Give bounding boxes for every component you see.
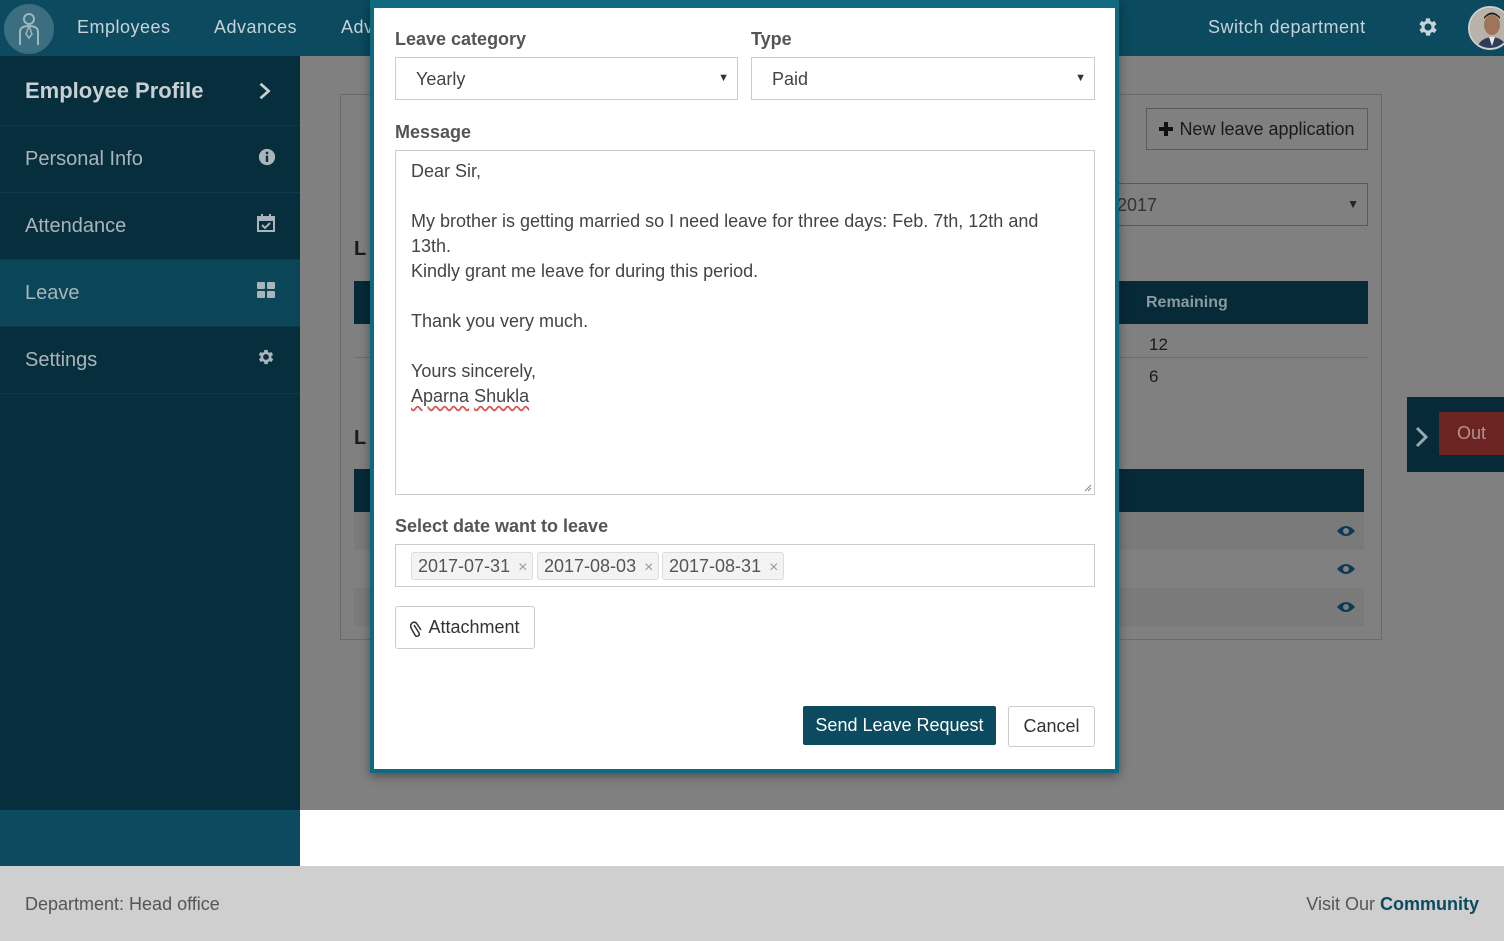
nav-advances[interactable]: Advances xyxy=(214,17,297,38)
new-leave-label: New leave application xyxy=(1179,118,1355,139)
signature-first-name: Aparna xyxy=(411,386,470,406)
message-line: Kindly grant me leave for during this pe… xyxy=(411,261,759,281)
type-select[interactable]: Paid ▼ xyxy=(751,57,1095,100)
signature-last-name: Shukla xyxy=(474,386,530,406)
caret-down-icon: ▼ xyxy=(1347,197,1359,211)
user-avatar[interactable] xyxy=(1468,6,1504,50)
sidebar-item-attendance[interactable]: Attendance xyxy=(0,193,300,260)
footer: Department: Head office Visit Our Commun… xyxy=(0,866,1504,941)
sidebar-item-label: Settings xyxy=(25,348,98,371)
message-line: Yours sincerely, xyxy=(411,361,537,381)
date-tag-label: 2017-08-31 xyxy=(669,556,762,576)
leave-category-select[interactable]: Yearly ▼ xyxy=(395,57,738,100)
switch-department-link[interactable]: Switch department xyxy=(1208,17,1366,38)
sidebar-item-settings[interactable]: Settings xyxy=(0,327,300,394)
sidebar-item-label: Attendance xyxy=(25,214,127,237)
info-icon xyxy=(258,148,276,166)
remaining-value-row-1: 12 xyxy=(1149,335,1168,354)
nav-employees[interactable]: Employees xyxy=(77,17,171,38)
attachment-button[interactable]: Attachment xyxy=(395,606,535,649)
sidebar-item-label: Personal Info xyxy=(25,147,143,170)
leave-category-value: Yearly xyxy=(416,69,466,89)
leave-category-label: Leave category xyxy=(395,29,527,49)
remove-tag-icon[interactable]: × xyxy=(518,559,527,576)
date-tag-label: 2017-08-03 xyxy=(544,556,637,576)
remaining-value-row-2: 6 xyxy=(1149,367,1159,386)
message-textarea[interactable]: Dear Sir, My brother is getting married s… xyxy=(395,150,1095,495)
signature-line: Aparna Shukla xyxy=(411,384,1079,409)
type-label: Type xyxy=(751,29,792,49)
avatar-portrait-icon xyxy=(1470,8,1504,48)
year-value: 2017 xyxy=(1117,195,1158,215)
eye-icon[interactable] xyxy=(1336,562,1356,576)
message-line xyxy=(411,284,1079,309)
content-bottom-area xyxy=(300,810,1504,866)
caret-down-icon: ▼ xyxy=(718,72,729,84)
nav-adv-partial[interactable]: Adv xyxy=(341,17,374,38)
date-tag: 2017-08-31 × xyxy=(662,552,785,580)
sidebar-item-label: Leave xyxy=(25,281,80,304)
message-line: Thank you very much. xyxy=(411,311,589,331)
message-line xyxy=(411,334,1079,359)
date-tags-input[interactable]: 2017-07-31 × 2017-08-03 × 2017-08-31 × xyxy=(395,544,1095,587)
sidebar-item-personal-info[interactable]: Personal Info xyxy=(0,126,300,193)
grid-icon xyxy=(257,282,275,298)
community-link[interactable]: Community xyxy=(1380,894,1479,914)
sidebar-bottom-strip xyxy=(0,810,300,866)
send-label: Send Leave Request xyxy=(815,715,984,735)
send-leave-request-button[interactable]: Send Leave Request xyxy=(803,706,996,745)
paperclip-icon xyxy=(410,620,423,637)
type-value: Paid xyxy=(772,69,809,89)
sidebar-profile-label: Employee Profile xyxy=(25,77,204,103)
cancel-label: Cancel xyxy=(1023,716,1080,736)
message-line: Dear Sir, xyxy=(411,161,482,181)
year-select[interactable]: 2017 ▼ xyxy=(1110,183,1368,226)
remove-tag-icon[interactable]: × xyxy=(769,559,778,576)
calendar-check-icon xyxy=(257,214,275,232)
settings-gear-icon[interactable] xyxy=(1416,15,1440,39)
remove-tag-icon[interactable]: × xyxy=(644,559,653,576)
date-tag: 2017-08-03 × xyxy=(537,552,660,580)
footer-community: Visit Our Community xyxy=(1306,894,1479,915)
sidebar: Employee Profile Personal Info Attendanc… xyxy=(0,56,300,810)
message-line xyxy=(411,184,1079,209)
date-select-label: Select date want to leave xyxy=(395,516,609,536)
new-leave-application-button[interactable]: New leave application xyxy=(1146,108,1368,150)
chevron-right-icon xyxy=(259,82,271,99)
resize-grip-icon[interactable] xyxy=(1084,484,1092,492)
remaining-column-header: Remaining xyxy=(1146,294,1228,311)
gear-icon xyxy=(258,349,274,365)
clock-out-button[interactable]: Out xyxy=(1439,412,1504,455)
section-heading-partial-2: L xyxy=(354,427,367,449)
eye-icon[interactable] xyxy=(1336,524,1356,538)
section-heading-partial: L xyxy=(354,238,367,260)
footer-department: Department: Head office xyxy=(25,894,220,914)
message-label: Message xyxy=(395,122,472,142)
sidebar-item-leave[interactable]: Leave xyxy=(0,260,300,327)
caret-down-icon: ▼ xyxy=(1075,72,1086,84)
message-line: My brother is getting married so I need … xyxy=(411,211,1044,256)
chevron-right-icon[interactable] xyxy=(1414,426,1430,448)
out-label: Out xyxy=(1456,423,1486,443)
person-logo-icon xyxy=(19,13,39,45)
date-tag: 2017-07-31 × xyxy=(411,552,534,580)
leave-request-modal: Leave category Yearly ▼ Type Paid ▼ Mess… xyxy=(370,0,1119,773)
plus-icon xyxy=(1159,122,1174,136)
eye-icon[interactable] xyxy=(1336,600,1356,614)
footer-visit-text: Visit Our xyxy=(1306,894,1375,914)
date-tag-label: 2017-07-31 xyxy=(418,556,511,576)
sidebar-employee-profile[interactable]: Employee Profile xyxy=(0,56,300,126)
app-logo[interactable] xyxy=(4,4,54,54)
attachment-label: Attachment xyxy=(428,617,520,637)
cancel-button[interactable]: Cancel xyxy=(1008,706,1095,747)
